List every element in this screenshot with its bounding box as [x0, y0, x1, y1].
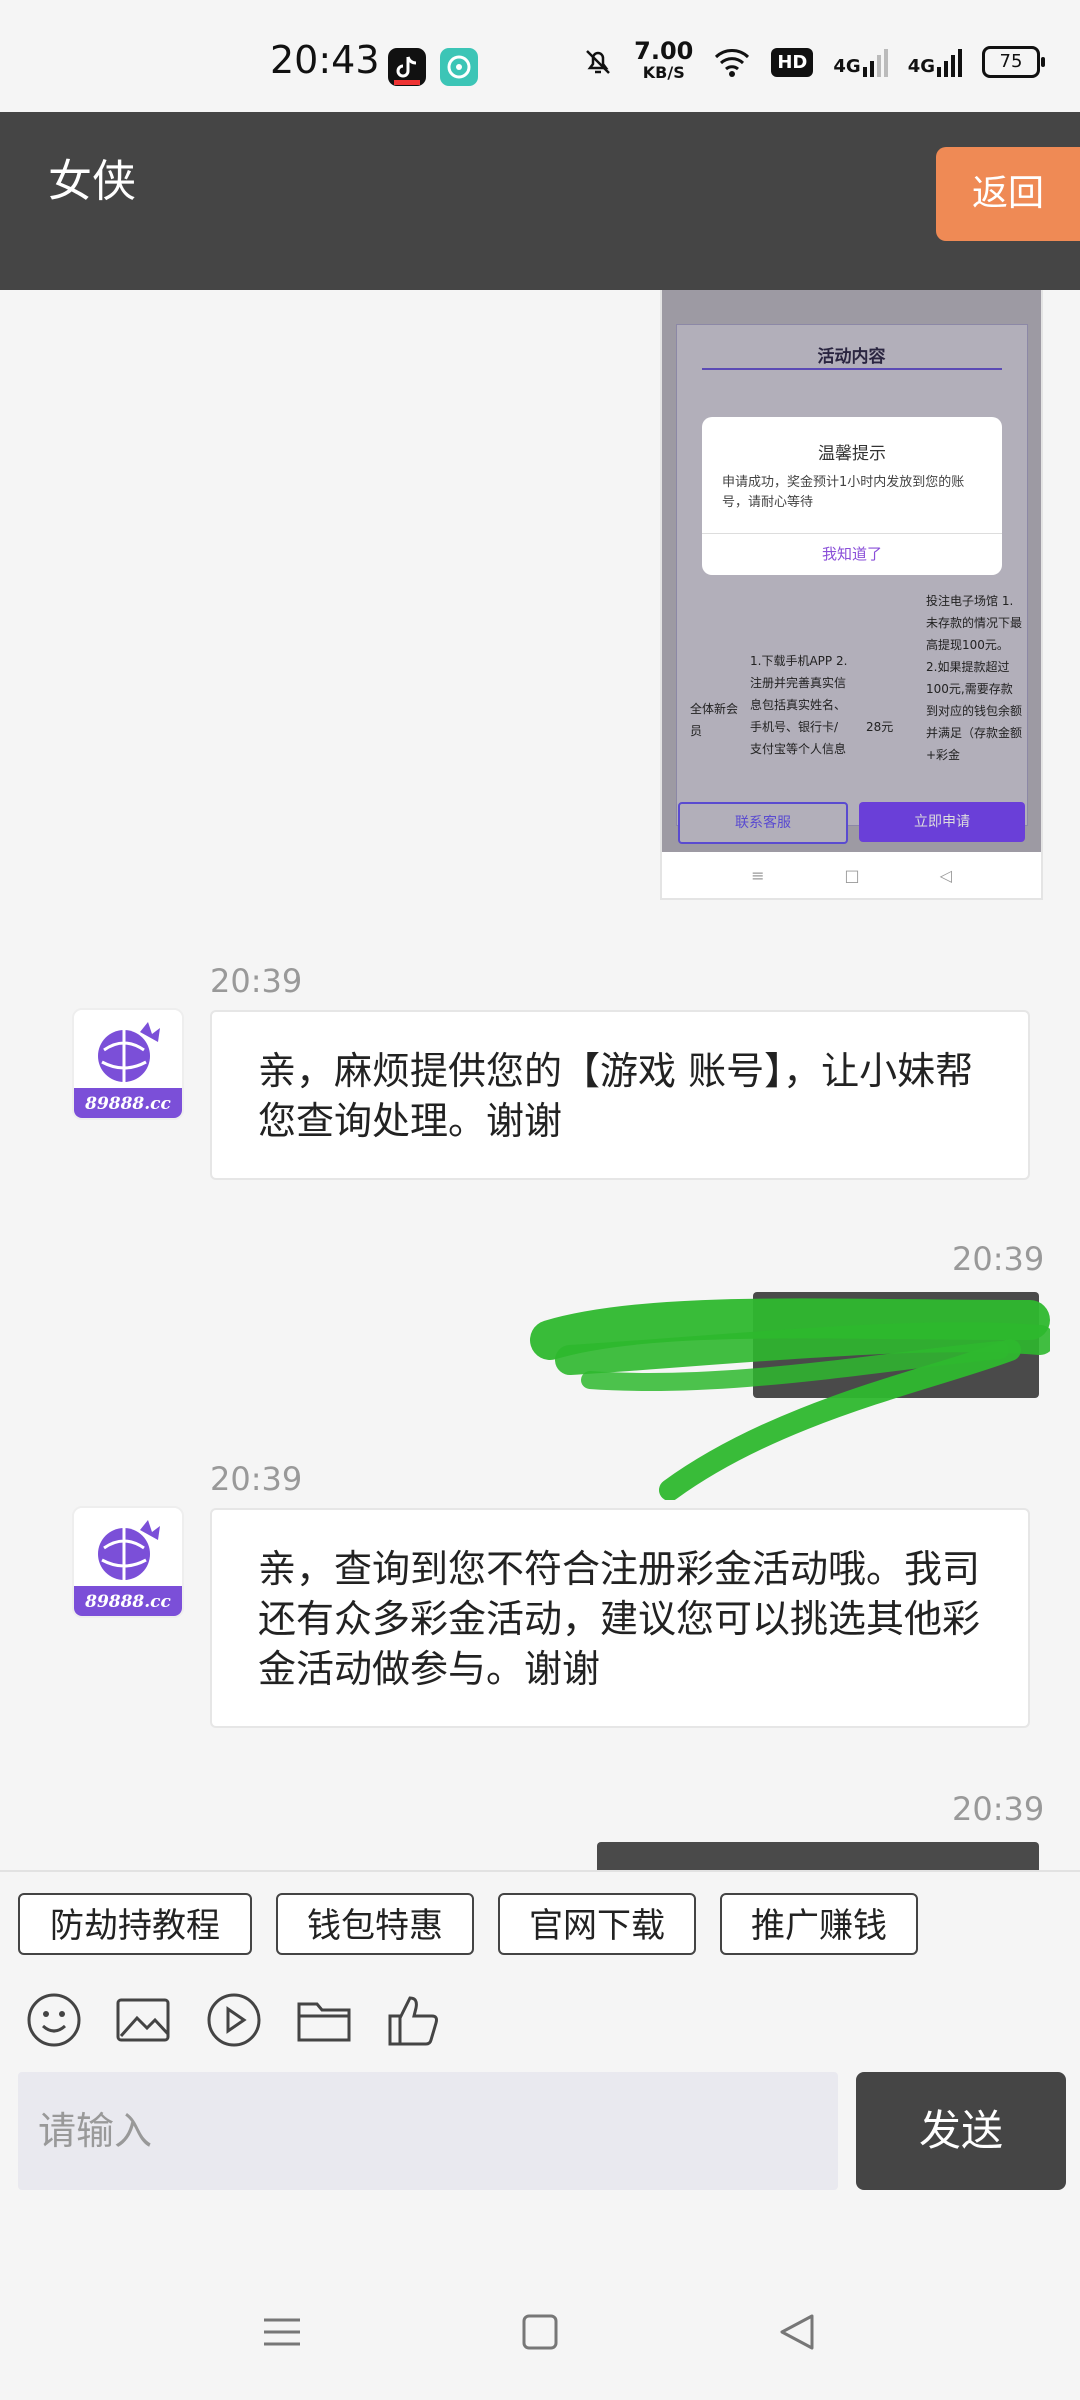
image-icon[interactable]: [115, 1992, 171, 2048]
page-title: 女侠: [48, 156, 136, 207]
outgoing-message-bubble[interactable]: [597, 1842, 1039, 1870]
redaction-scribble: [530, 1298, 1050, 1500]
agent-avatar[interactable]: 89888.cc: [72, 1008, 184, 1120]
folder-icon[interactable]: [296, 1992, 352, 2048]
message-input[interactable]: 请输入: [18, 2072, 838, 2190]
message-timestamp: 20:39: [952, 1790, 1045, 1828]
home-icon[interactable]: [520, 2312, 560, 2352]
hd-badge: HD: [771, 47, 814, 77]
signal-icon-2: 4G: [908, 47, 962, 77]
shared-image-dialog: 温馨提示 申请成功，奖金预计1小时内发放到您的账号，请耐心等待 我知道了: [702, 417, 1002, 575]
chat-app-icon: [440, 48, 478, 86]
shared-apply-button: 立即申请: [859, 802, 1025, 842]
net-speed: 7.00 KB/S: [634, 37, 694, 82]
message-timestamp: 20:39: [210, 962, 303, 1000]
chat-header: [0, 112, 1080, 290]
svg-text:89888.cc: 89888.cc: [84, 1094, 171, 1114]
quick-button-referral[interactable]: 推广赚钱: [720, 1893, 918, 1955]
quick-button-download[interactable]: 官网下载: [498, 1893, 696, 1955]
back-nav-icon[interactable]: [778, 2312, 818, 2352]
message-timestamp: 20:39: [210, 1460, 303, 1498]
emoji-icon[interactable]: [26, 1992, 82, 2048]
back-button[interactable]: 返回: [936, 147, 1080, 241]
thumbs-up-icon[interactable]: [386, 1992, 442, 2048]
chat-messages[interactable]: 活动内容 温馨提示 申请成功，奖金预计1小时内发放到您的账号，请耐心等待 我知道…: [0, 290, 1080, 1870]
agent-avatar[interactable]: 89888.cc: [72, 1506, 184, 1618]
status-right-group: 7.00 KB/S HD 4G 4G 75: [582, 37, 1045, 84]
bell-muted-icon: [586, 50, 611, 74]
battery-icon: 75: [982, 46, 1045, 78]
system-nav-bar: [0, 2280, 1080, 2400]
signal-icon: 4G: [833, 47, 888, 77]
quick-button-wallet-offer[interactable]: 钱包特惠: [276, 1893, 474, 1955]
message-bubble[interactable]: 亲，麻烦提供您的【游戏 账号】，让小妹帮您查询处理。谢谢: [210, 1010, 1030, 1180]
svg-text:89888.cc: 89888.cc: [84, 1592, 171, 1612]
message-timestamp: 20:39: [952, 1240, 1045, 1278]
shared-image-message[interactable]: 活动内容 温馨提示 申请成功，奖金预计1小时内发放到您的账号，请耐心等待 我知道…: [660, 290, 1043, 900]
quick-button-anti-hijack[interactable]: 防劫持教程: [18, 1893, 252, 1955]
shared-contact-button: 联系客服: [678, 802, 848, 844]
shared-image-navbar: ≡ □ ◁: [751, 865, 952, 885]
shared-image-heading: 活动内容: [817, 347, 886, 367]
send-button[interactable]: 发送: [856, 2072, 1066, 2190]
status-time: 20:43: [270, 38, 380, 82]
tiktok-app-icon: [388, 48, 426, 86]
wifi-icon: [715, 49, 750, 77]
message-bubble[interactable]: 亲，查询到您不符合注册彩金活动哦。我司还有众多彩金活动，建议您可以挑选其他彩金活…: [210, 1508, 1030, 1728]
video-icon[interactable]: [206, 1992, 262, 2048]
menu-icon[interactable]: [262, 2312, 302, 2352]
